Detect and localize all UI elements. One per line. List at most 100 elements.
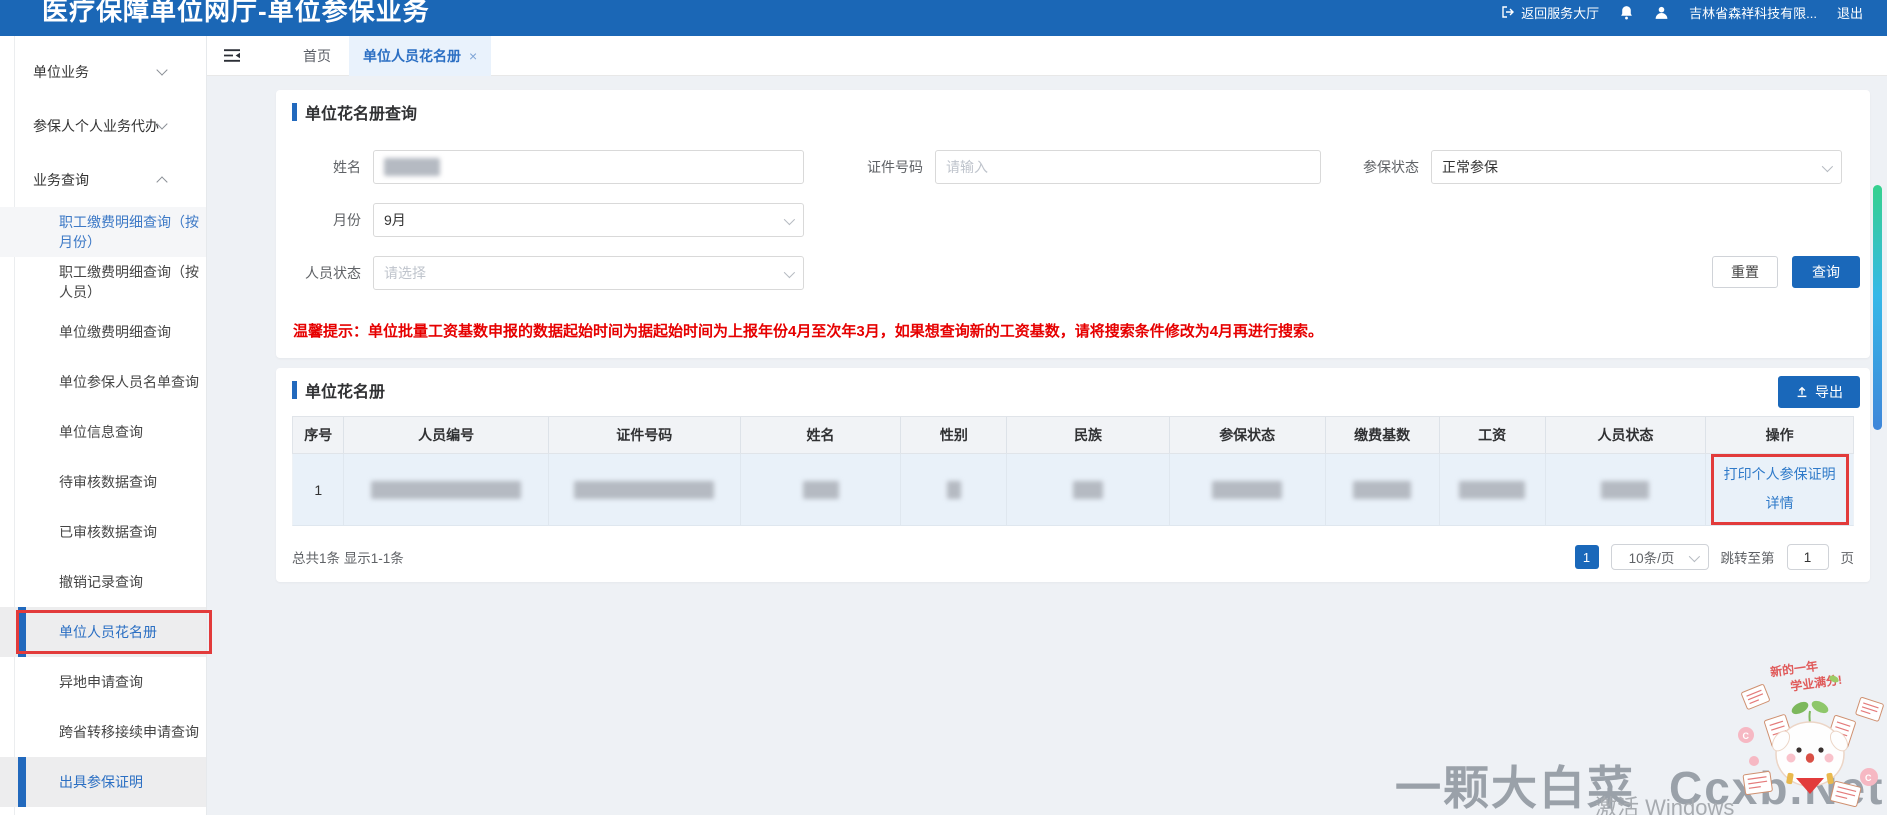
table-footer: 总共1条 显示1-1条 1 10条/页 跳转至第 页 [292, 542, 1854, 572]
roster-table: 序号人员编号证件号码姓名性别民族参保状态缴费基数工资人员状态操作 1 打印个人参保… [292, 416, 1854, 526]
active-indicator-bar [18, 757, 26, 807]
active-indicator-bar [18, 607, 26, 657]
jump-page-input[interactable] [1787, 544, 1829, 570]
main-area: 首页 单位人员花名册 × 单位花名册查询 姓名 证件号码 参保状态 [207, 36, 1887, 815]
name-input[interactable] [373, 150, 804, 184]
company-name[interactable]: 吉林省森祥科技有限... [1689, 3, 1817, 22]
sidebar-group-0[interactable]: 单位业务 [0, 45, 206, 99]
page-size-select[interactable]: 10条/页 [1611, 544, 1709, 570]
table-cell [901, 454, 1007, 525]
roster-query-panel: 单位花名册查询 姓名 证件号码 参保状态 正常参保 月份 [276, 90, 1870, 358]
tab-home[interactable]: 首页 [303, 46, 331, 66]
sidebar-item-9[interactable]: 已审核数据查询 [0, 507, 206, 557]
query-section-title: 单位花名册查询 [292, 100, 417, 124]
table-cell [1170, 454, 1326, 525]
svg-text:C: C [1865, 773, 1872, 783]
header-actions: 返回服务大厅 吉林省森祥科技有限... 退出 [1501, 0, 1863, 24]
sidebar-item-4[interactable]: 职工缴费明细查询（按人员） [0, 257, 206, 307]
back-to-hall-link[interactable]: 返回服务大厅 [1501, 3, 1599, 22]
table-cell [741, 454, 902, 525]
redacted-value [1459, 481, 1525, 499]
sidebar-label: 出具参保证明 [59, 772, 143, 792]
page-1-button[interactable]: 1 [1575, 545, 1599, 569]
sidebar-item-7[interactable]: 单位信息查询 [0, 407, 206, 457]
sidebar-label: 撤销记录查询 [59, 572, 143, 592]
cert-number-input[interactable] [946, 159, 1310, 175]
chevron-down-icon [1822, 161, 1833, 172]
sidebar-label: 已审核数据查询 [59, 522, 157, 542]
bell-icon[interactable] [1619, 5, 1634, 20]
exit-arrow-icon [1501, 5, 1515, 19]
detail-link[interactable]: 详情 [1766, 493, 1794, 513]
query-form-row-2: 月份 9月 [292, 203, 1854, 237]
section-accent-bar [292, 103, 297, 121]
column-header: 人员状态 [1546, 417, 1707, 453]
sidebar-label: 待审核数据查询 [59, 472, 157, 492]
sidebar-label: 单位缴费明细查询 [59, 322, 171, 342]
close-icon[interactable]: × [469, 48, 477, 64]
reset-button[interactable]: 重置 [1712, 256, 1778, 288]
sidebar-label: 职工缴费明细查询（按人员） [59, 262, 206, 302]
table-cell: 1 [293, 454, 344, 525]
sidebar-label: 单位参保人员名单查询 [59, 372, 199, 392]
avatar-icon[interactable] [1654, 5, 1669, 20]
chevron-down-icon [784, 214, 795, 225]
logout-button[interactable]: 退出 [1837, 3, 1863, 22]
sidebar-item-12[interactable]: 异地申请查询 [0, 657, 206, 707]
sidebar-item-8[interactable]: 待审核数据查询 [0, 457, 206, 507]
record-summary: 总共1条 显示1-1条 [292, 547, 404, 567]
redacted-value [384, 158, 440, 176]
tab-bar: 首页 单位人员花名册 × [207, 36, 1887, 76]
sidebar-label: 职工缴费明细查询（按月份） [59, 212, 206, 252]
month-select[interactable]: 9月 [373, 203, 804, 237]
column-header: 姓名 [741, 417, 902, 453]
table-cell [1546, 454, 1707, 525]
sidebar-item-10[interactable]: 撤销记录查询 [0, 557, 206, 607]
section-accent-bar [292, 381, 297, 399]
sidebar-item-11[interactable]: 单位人员花名册 [0, 607, 206, 657]
person-status-label: 人员状态 [292, 263, 373, 283]
sidebar-item-6[interactable]: 单位参保人员名单查询 [0, 357, 206, 407]
table-cell [344, 454, 548, 525]
sidebar-item-3[interactable]: 职工缴费明细查询（按月份） [0, 207, 206, 257]
sidebar-label: 参保人个人业务代办 [33, 116, 159, 136]
table-header-row: 序号人员编号证件号码姓名性别民族参保状态缴费基数工资人员状态操作 [292, 416, 1854, 454]
column-header: 人员编号 [344, 417, 548, 453]
svg-text:C: C [1743, 731, 1750, 741]
insure-status-select[interactable]: 正常参保 [1431, 150, 1842, 184]
redacted-value [803, 481, 839, 499]
sidebar-group-1[interactable]: 参保人个人业务代办 [0, 99, 206, 153]
table-cell [1440, 454, 1546, 525]
sidebar-label: 跨省转移接续申请查询 [59, 722, 199, 742]
scrollbar-thumb[interactable] [1873, 185, 1882, 430]
insure-status-label: 参保状态 [1321, 157, 1431, 177]
column-header: 缴费基数 [1326, 417, 1440, 453]
tab-roster[interactable]: 单位人员花名册 × [349, 36, 491, 76]
cert-number-input-wrap [935, 150, 1321, 184]
annotation-box: 打印个人参保证明详情 [1711, 454, 1849, 525]
collapse-menu-icon[interactable] [223, 48, 241, 63]
chevron-up-icon [156, 176, 167, 187]
print-certificate-link[interactable]: 打印个人参保证明 [1724, 464, 1836, 484]
person-status-select[interactable]: 请选择 [373, 256, 804, 290]
table-cell: 打印个人参保证明详情 [1706, 454, 1853, 525]
chevron-down-icon [784, 267, 795, 278]
sidebar-menu: 单位业务参保人个人业务代办业务查询职工缴费明细查询（按月份） 职工缴费明细查询（按… [0, 36, 206, 815]
table-cell [549, 454, 741, 525]
sidebar-item-5[interactable]: 单位缴费明细查询 [0, 307, 206, 357]
chevron-down-icon [156, 64, 167, 75]
export-button[interactable]: 导出 [1778, 376, 1860, 408]
sidebar-item-13[interactable]: 跨省转移接续申请查询 [0, 707, 206, 757]
search-button[interactable]: 查询 [1792, 256, 1860, 288]
cert-number-label: 证件号码 [804, 157, 935, 177]
sidebar-item-14[interactable]: 出具参保证明 [0, 757, 206, 807]
sidebar-label: 业务查询 [33, 170, 89, 190]
roster-table-panel: 单位花名册 导出 序号人员编号证件号码姓名性别民族参保状态缴费基数工资人员状态操… [276, 368, 1870, 582]
query-form-row-1: 姓名 证件号码 参保状态 正常参保 [292, 150, 1854, 184]
sidebar-label: 单位信息查询 [59, 422, 143, 442]
column-header: 参保状态 [1170, 417, 1326, 453]
sidebar-label: 单位业务 [33, 62, 89, 82]
roster-section-title: 单位花名册 [292, 378, 385, 402]
column-header: 民族 [1007, 417, 1169, 453]
sidebar-group-2[interactable]: 业务查询 [0, 153, 206, 207]
